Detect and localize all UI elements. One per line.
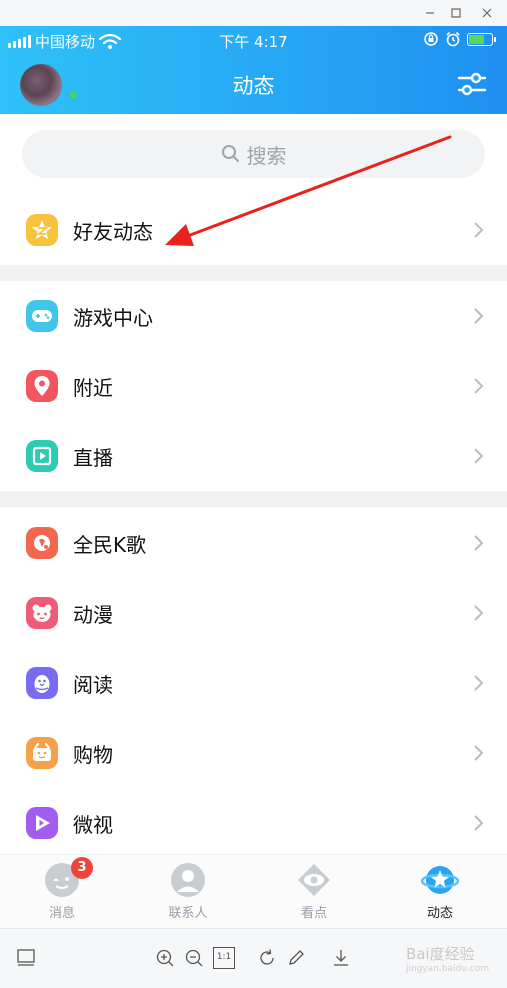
maximize-icon[interactable]: [447, 4, 465, 22]
menu-item-anime[interactable]: 动漫: [0, 578, 507, 648]
app-window: 中国移动 下午 4:17 动态 搜索 好友动态 游戏中心 附近 直播 全民K歌 …: [0, 0, 507, 988]
menu-item-nearby[interactable]: 附近: [0, 351, 507, 421]
tab-label: 看点: [300, 906, 327, 921]
qzone-star-icon: [26, 214, 58, 246]
menu-item-label: 附近: [73, 375, 113, 400]
tab-contacts[interactable]: 联系人: [143, 861, 233, 921]
chevron-right-icon: [474, 535, 484, 551]
tab-label: 联系人: [168, 906, 208, 921]
menu-item-shopping[interactable]: 购物: [0, 718, 507, 788]
zoom-out-icon[interactable]: [183, 947, 205, 969]
gamepad-icon: [26, 300, 58, 332]
tab-label: 消息: [48, 906, 75, 921]
minimize-icon[interactable]: [421, 4, 439, 22]
chevron-right-icon: [474, 815, 484, 831]
menu-item-friend-feed[interactable]: 好友动态: [0, 195, 507, 265]
window-titlebar: [0, 0, 507, 26]
section-divider: [0, 265, 507, 281]
page-title: 动态: [232, 74, 275, 98]
rotate-icon[interactable]: [256, 947, 278, 969]
unread-badge: 3: [71, 857, 93, 879]
menu-item-label: 动漫: [73, 602, 113, 627]
chevron-right-icon: [474, 308, 484, 324]
shopping-bag-icon: [26, 737, 58, 769]
menu-item-label: 游戏中心: [73, 305, 153, 330]
reading-penguin-icon: [26, 667, 58, 699]
chevron-right-icon: [474, 745, 484, 761]
battery-level: [469, 34, 484, 44]
close-icon[interactable]: [478, 4, 496, 22]
section-divider: [0, 491, 507, 507]
zoom-in-icon[interactable]: [154, 947, 176, 969]
tab-feed[interactable]: 动态: [395, 861, 485, 921]
chevron-right-icon: [474, 378, 484, 394]
watermark-brand: Bai度经验: [405, 945, 475, 963]
menu-item-label: 全民K歌: [73, 532, 147, 557]
baidu-watermark: Bai度经验 jingyan.baidu.com: [406, 943, 489, 974]
anime-face-icon: [26, 597, 58, 629]
bottom-tab-bar: 3 消息 联系人 看点 动态: [0, 854, 507, 928]
battery-icon: [467, 32, 496, 46]
chevron-right-icon: [474, 605, 484, 621]
edit-icon[interactable]: [285, 947, 307, 969]
sliders-icon[interactable]: [457, 70, 487, 98]
menu-item-weishi[interactable]: 微视: [0, 788, 507, 858]
eye-icon: [295, 861, 333, 899]
menu-item-live[interactable]: 直播: [0, 421, 507, 491]
search-icon: [221, 145, 239, 162]
status-indicators: [423, 31, 496, 47]
menu-item-label: 直播: [73, 445, 113, 470]
actual-size-icon[interactable]: 1:1: [213, 947, 235, 969]
tab-label: 动态: [426, 906, 453, 921]
orientation-lock-icon: [424, 32, 438, 46]
image-viewer-toolbar: 1:1 Bai度经验 jingyan.baidu.com: [0, 928, 507, 988]
menu-item-label: 好友动态: [73, 219, 153, 244]
watermark-url: jingyan.baidu.com: [405, 964, 489, 974]
tab-messages[interactable]: 3 消息: [17, 857, 107, 921]
menu-item-label: 微视: [73, 812, 113, 837]
app-header: 中国移动 下午 4:17 动态: [0, 26, 507, 114]
chevron-right-icon: [474, 448, 484, 464]
search-placeholder: 搜索: [246, 143, 287, 168]
download-icon[interactable]: [330, 947, 352, 969]
thumbnail-icon[interactable]: [15, 947, 37, 969]
menu-item-label: 购物: [73, 742, 113, 767]
menu-item-reading[interactable]: 阅读: [0, 648, 507, 718]
tab-kandian[interactable]: 看点: [269, 861, 359, 921]
location-pin-icon: [26, 370, 58, 402]
status-bar: 中国移动 下午 4:17: [0, 26, 507, 54]
contacts-icon: [169, 861, 207, 899]
planet-star-icon: [420, 861, 460, 899]
menu-item-label: 阅读: [73, 672, 113, 697]
search-input[interactable]: 搜索: [22, 130, 485, 178]
chevron-right-icon: [474, 222, 484, 238]
chevron-right-icon: [474, 675, 484, 691]
message-bubble-icon: 3: [43, 857, 93, 899]
karaoke-icon: [26, 527, 58, 559]
alarm-icon: [446, 31, 460, 47]
menu-item-karaoke[interactable]: 全民K歌: [0, 508, 507, 578]
video-play-icon: [26, 807, 58, 839]
live-play-icon: [26, 440, 58, 472]
menu-item-game-center[interactable]: 游戏中心: [0, 281, 507, 351]
